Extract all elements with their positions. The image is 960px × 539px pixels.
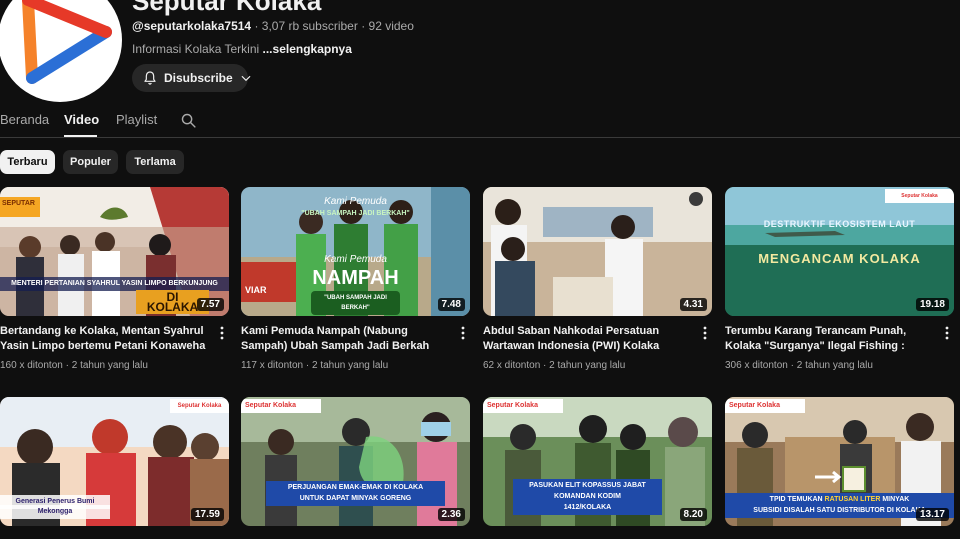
thumbnail-caption: Mekongga — [0, 505, 110, 519]
chevron-down-icon — [241, 75, 251, 82]
thumbnail-logo: SEPUTAR — [2, 200, 35, 207]
filter-chip-populer[interactable]: Populer — [63, 150, 118, 174]
upload-age: 2 tahun yang lalu — [71, 360, 148, 371]
thumbnail-caption: DESTRUKTIF EKOSISTEM LAUT — [763, 219, 916, 229]
video-meta: 160 x ditonton · 2 tahun yang lalu — [0, 360, 148, 371]
channel-handle: @seputarkolaka7514 — [132, 19, 252, 33]
video-card: Seputar Kolaka TPID TEMUKAN RATUSAN LITE… — [725, 397, 954, 526]
meta-separator: · — [254, 19, 259, 33]
thumbnail-logo: Seputar Kolaka — [241, 399, 321, 413]
video-title[interactable]: Terumbu Karang Terancam Punah, Kolaka "S… — [725, 324, 937, 354]
thumbnail-caption: "UBAH SAMPAH JADI BERKAH" — [311, 291, 400, 315]
more-vert-icon — [945, 326, 949, 340]
more-vert-icon — [703, 326, 707, 340]
filter-chip-terlama[interactable]: Terlama — [126, 150, 184, 174]
video-duration: 4.31 — [679, 298, 707, 311]
caption-part: MINYAK — [882, 496, 910, 503]
video-menu-button[interactable] — [219, 326, 225, 345]
thumbnail-image — [483, 187, 712, 316]
subscriber-count: 3,07 rb subscriber — [261, 19, 358, 33]
view-count: 306 x ditonton — [725, 360, 788, 371]
video-card: SEPUTAR MENTERI PERTANIAN SYAHRUL YASIN … — [0, 187, 229, 371]
video-thumbnail[interactable]: SEPUTAR MENTERI PERTANIAN SYAHRUL YASIN … — [0, 187, 229, 316]
more-vert-icon — [461, 326, 465, 340]
meta-separator: · — [790, 360, 794, 371]
thumbnail-caption: 1412/KOLAKA — [513, 501, 662, 515]
tab-search[interactable] — [180, 112, 197, 134]
thumbnail-logo: Seputar Kolaka — [725, 399, 805, 413]
tab-video[interactable]: Video — [64, 112, 99, 127]
video-menu-button[interactable] — [702, 326, 708, 345]
thumbnail-logo: Seputar Kolaka — [170, 399, 229, 413]
video-thumbnail[interactable]: DESTRUKTIF EKOSISTEM LAUT MENGANCAM KOLA… — [725, 187, 954, 316]
meta-separator: · — [305, 360, 310, 371]
meta-separator: · — [543, 360, 547, 371]
more-link[interactable]: ...selengkapnya — [263, 42, 352, 56]
thumbnail-logo: VIAR — [245, 285, 267, 295]
video-meta: 306 x ditonton · 2 tahun yang lalu — [725, 360, 873, 371]
channel-page: Seputar Kolaka @seputarkolaka7514 · 3,07… — [0, 0, 960, 539]
subscribe-label: Disubscribe — [164, 71, 233, 85]
video-card: Seputar Kolaka Generasi Penerus Bumi Mek… — [0, 397, 229, 526]
video-count: 92 video — [368, 19, 414, 33]
tab-playlist[interactable]: Playlist — [116, 112, 157, 127]
more-vert-icon — [220, 326, 224, 340]
video-thumbnail[interactable]: Seputar Kolaka Generasi Penerus Bumi Mek… — [0, 397, 229, 526]
video-title[interactable]: Abdul Saban Nahkodai Persatuan Wartawan … — [483, 324, 695, 354]
view-count: 62 x ditonton — [483, 360, 541, 371]
meta-separator: · — [361, 19, 366, 33]
video-card: 4.31 Abdul Saban Nahkodai Persatuan Wart… — [483, 187, 712, 371]
channel-avatar[interactable] — [0, 0, 122, 102]
channel-description[interactable]: Informasi Kolaka Terkini ...selengkapnya — [132, 42, 352, 56]
upload-age: 2 tahun yang lalu — [796, 360, 873, 371]
video-duration: 8.20 — [679, 508, 707, 521]
tab-beranda[interactable]: Beranda — [0, 112, 49, 127]
meta-separator: · — [65, 360, 69, 371]
description-text: Informasi Kolaka Terkini — [132, 42, 260, 56]
video-duration: 13.17 — [915, 508, 949, 521]
caption-highlight: RATUSAN LITER — [824, 496, 881, 503]
thumbnail-caption: MENGANCAM KOLAKA — [758, 251, 921, 266]
channel-logo-icon — [22, 0, 112, 84]
thumbnail-logo: Seputar Kolaka — [885, 189, 954, 203]
video-title[interactable]: Kami Pemuda Nampah (Nabung Sampah) Ubah … — [241, 324, 453, 354]
subscribe-button[interactable]: Disubscribe — [132, 64, 251, 92]
view-count: 160 x ditonton — [0, 360, 63, 371]
view-count: 117 x ditonton — [241, 360, 304, 371]
video-thumbnail[interactable]: 4.31 — [483, 187, 712, 316]
thumbnail-caption: UNTUK DAPAT MINYAK GORENG — [266, 492, 445, 506]
filter-chip-terbaru[interactable]: Terbaru — [0, 150, 55, 174]
video-duration: 17.59 — [190, 508, 224, 521]
channel-meta: @seputarkolaka7514 · 3,07 rb subscriber … — [132, 19, 414, 33]
upload-age: 2 tahun yang lalu — [312, 360, 389, 371]
video-card: DESTRUKTIF EKOSISTEM LAUT MENGANCAM KOLA… — [725, 187, 954, 371]
caption-part: TPID TEMUKAN — [769, 496, 823, 503]
video-duration: 7.57 — [196, 298, 224, 311]
video-card: Seputar Kolaka PERJUANGAN EMAK-EMAK DI K… — [241, 397, 470, 526]
video-thumbnail[interactable]: Seputar Kolaka PERJUANGAN EMAK-EMAK DI K… — [241, 397, 470, 526]
video-title[interactable]: Bertandang ke Kolaka, Mentan Syahrul Yas… — [0, 324, 212, 354]
thumbnail-image — [241, 397, 470, 526]
video-menu-button[interactable] — [460, 326, 466, 345]
search-icon — [181, 113, 196, 128]
video-meta: 62 x ditonton · 2 tahun yang lalu — [483, 360, 625, 371]
channel-name: Seputar Kolaka — [132, 0, 322, 16]
video-thumbnail[interactable]: Seputar Kolaka TPID TEMUKAN RATUSAN LITE… — [725, 397, 954, 526]
video-duration: 19.18 — [915, 298, 949, 311]
video-thumbnail[interactable]: Kami Pemuda "UBAH SAMPAH JADI BERKAH" Ka… — [241, 187, 470, 316]
video-duration: 2.36 — [437, 508, 465, 521]
thumbnail-caption: MENTERI PERTANIAN SYAHRUL YASIN LIMPO BE… — [0, 277, 229, 291]
video-thumbnail[interactable]: Seputar Kolaka PASUKAN ELIT KOPASSUS JAB… — [483, 397, 712, 526]
upload-age: 2 tahun yang lalu — [549, 360, 626, 371]
video-meta: 117 x ditonton · 2 tahun yang lalu — [241, 360, 388, 371]
active-tab-indicator — [64, 135, 97, 137]
video-duration: 7.48 — [437, 298, 465, 311]
channel-tabs: Beranda Video Playlist — [0, 104, 960, 138]
thumbnail-logo: Seputar Kolaka — [483, 399, 563, 413]
video-card: Seputar Kolaka PASUKAN ELIT KOPASSUS JAB… — [483, 397, 712, 526]
bell-icon — [144, 71, 156, 85]
thumbnail-caption: "UBAH SAMPAH JADI BERKAH" — [301, 210, 410, 217]
video-card: Kami Pemuda "UBAH SAMPAH JADI BERKAH" Ka… — [241, 187, 470, 371]
video-menu-button[interactable] — [944, 326, 950, 345]
